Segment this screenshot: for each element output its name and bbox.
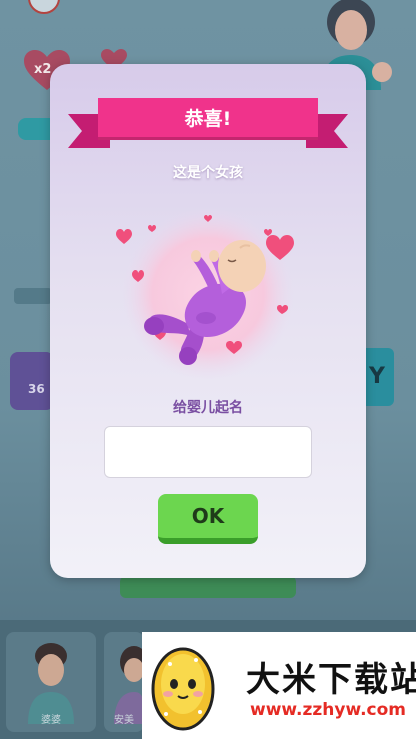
watermark-title: 大米下载站: [246, 660, 416, 700]
bg-character-card: 安美: [104, 632, 148, 732]
bg-card-label: 安美: [114, 715, 134, 726]
bg-left-card-value: 36: [28, 382, 45, 396]
name-prompt: 给婴儿起名: [173, 400, 243, 416]
site-watermark: 大米下载站 www.zzhyw.com: [142, 632, 416, 739]
bg-bottom-tab: [120, 576, 296, 598]
baby-name-input[interactable]: [104, 426, 312, 478]
bg-character-card: 婆婆: [6, 632, 96, 732]
top-emblem-icon: [28, 0, 60, 14]
multiplier-badge: x2: [34, 62, 52, 77]
bg-card-label: 婆婆: [41, 715, 61, 726]
congrats-dialog: 恭喜! 这是个女孩 给婴儿起名 OK: [50, 64, 366, 578]
baby-illustration: [116, 208, 294, 379]
ok-button[interactable]: OK: [158, 494, 258, 544]
title-ribbon: 恭喜!: [68, 98, 334, 148]
watermark-logo-icon: [151, 647, 215, 731]
bg-chip: [14, 288, 52, 304]
dialog-title: 恭喜!: [98, 98, 318, 140]
gender-announcement: 这是个女孩: [173, 165, 243, 181]
watermark-url: www.zzhyw.com: [250, 700, 407, 720]
bg-left-card: [10, 352, 54, 410]
